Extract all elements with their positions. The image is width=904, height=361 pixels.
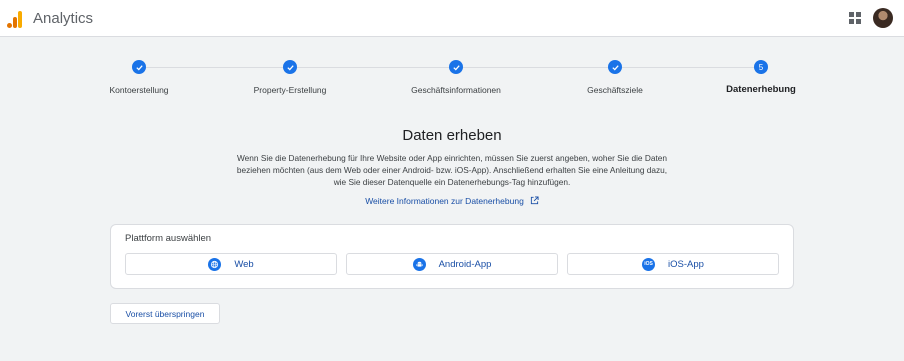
user-avatar[interactable] — [873, 8, 893, 28]
platform-web-button[interactable]: Web — [125, 253, 337, 275]
step-label-property-erstellung: Property-Erstellung — [253, 85, 327, 95]
platform-android-label: Android-App — [438, 258, 492, 270]
apps-grid-icon[interactable] — [849, 12, 861, 24]
page-title: Daten erheben — [402, 127, 502, 144]
step-label-kontoerstellung: Kontoerstellung — [109, 85, 169, 95]
step-label-geschaeftsziele: Geschäftsziele — [587, 85, 643, 95]
step-5-number: 5 — [758, 62, 764, 72]
step-2-check-icon — [283, 60, 297, 74]
more-info-link-label[interactable]: Weitere Informationen zur Datenerhebung — [365, 196, 524, 206]
step-label-datenerhebung: Datenerhebung — [726, 84, 796, 95]
platform-web-label: Web — [234, 258, 254, 270]
description-line: wie Sie dieser Datenquelle ein Datenerhe… — [333, 177, 571, 187]
step-5-number-badge: 5 — [754, 60, 768, 74]
platform-card: Plattform auswählen Web Android-App iOS … — [110, 224, 794, 289]
platform-android-button[interactable]: Android-App — [346, 253, 558, 275]
top-app-bar: Analytics — [0, 0, 904, 37]
ios-icon: iOS — [642, 257, 656, 271]
platform-ios-label: iOS-App — [668, 258, 704, 270]
globe-icon — [208, 257, 222, 271]
step-4-check-icon — [608, 60, 622, 74]
description: Wenn Sie die Datenerhebung für Ihre Webs… — [212, 152, 692, 188]
app-title: Analytics — [33, 10, 94, 27]
step-1-check-icon — [132, 60, 146, 74]
platform-ios-button[interactable]: iOS iOS-App — [567, 253, 779, 275]
more-info-link[interactable]: Weitere Informationen zur Datenerhebung — [0, 196, 904, 206]
skip-for-now-button[interactable]: Vorerst überspringen — [110, 303, 220, 324]
platform-card-title: Plattform auswählen — [125, 233, 212, 244]
android-icon — [412, 257, 426, 271]
open-in-new-icon — [530, 196, 539, 205]
step-3-check-icon — [449, 60, 463, 74]
description-line: beziehen möchten (aus dem Web oder einer… — [236, 165, 668, 175]
description-line: Wenn Sie die Datenerhebung für Ihre Webs… — [236, 153, 667, 163]
analytics-logo-icon[interactable] — [7, 10, 23, 28]
step-label-geschaeftsinformationen: Geschäftsinformationen — [411, 85, 501, 95]
